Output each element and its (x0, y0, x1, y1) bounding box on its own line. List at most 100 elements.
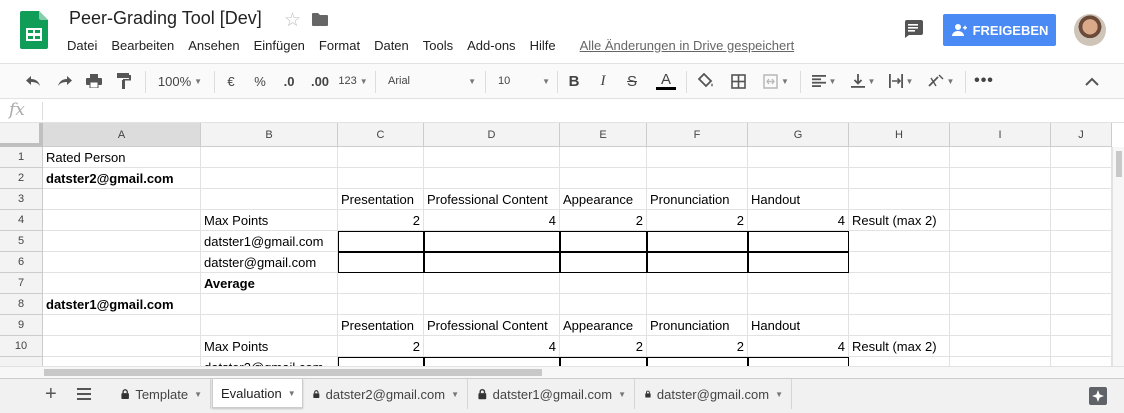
cell-e[interactable]: Appearance (560, 189, 647, 210)
sheet-tab[interactable]: Evaluation ▼ (212, 379, 303, 408)
cell-d[interactable]: 4 (424, 336, 560, 357)
cell-d[interactable]: Professional Content (424, 189, 560, 210)
cell-b[interactable]: datster1@gmail.com (201, 231, 338, 252)
number-format-select[interactable]: 123 ▼ (338, 64, 368, 98)
menu-item-edit[interactable]: Bearbeiten (104, 36, 181, 55)
column-header-a[interactable]: A (43, 123, 201, 147)
comments-icon[interactable] (903, 20, 923, 38)
cell-f[interactable] (647, 357, 748, 366)
cell-b[interactable]: Max Points (201, 336, 338, 357)
font-select[interactable]: Arial ▼ (388, 64, 476, 98)
cell-i[interactable] (950, 315, 1051, 336)
cell-j[interactable] (1051, 357, 1112, 366)
cell-g[interactable] (748, 273, 849, 294)
row-header[interactable]: 10 (0, 336, 43, 357)
vertical-scrollbar[interactable] (1112, 147, 1124, 366)
column-header-d[interactable]: D (424, 123, 560, 147)
cell-e[interactable] (560, 273, 647, 294)
row-header[interactable]: 5 (0, 231, 43, 252)
cell-f[interactable] (647, 273, 748, 294)
explore-icon[interactable] (1089, 387, 1107, 405)
cell-j[interactable] (1051, 315, 1112, 336)
redo-icon[interactable] (52, 64, 76, 98)
cell-b[interactable] (201, 294, 338, 315)
cell-d[interactable] (424, 357, 560, 366)
cell-h[interactable] (849, 189, 950, 210)
cell-e[interactable]: Appearance (560, 315, 647, 336)
sheet-tab[interactable]: Template ▼ (113, 379, 211, 409)
cell-j[interactable] (1051, 336, 1112, 357)
cell-c[interactable]: 2 (338, 210, 424, 231)
all-sheets-icon[interactable] (77, 388, 91, 400)
cell-e[interactable] (560, 231, 647, 252)
collapse-toolbar-icon[interactable] (1080, 64, 1104, 98)
column-header-b[interactable]: B (201, 123, 338, 147)
cell-a[interactable]: Rated Person (43, 147, 201, 168)
cell-d[interactable] (424, 273, 560, 294)
row-header[interactable]: 8 (0, 294, 43, 315)
cell-g[interactable] (748, 294, 849, 315)
cell-b[interactable] (201, 315, 338, 336)
cell-i[interactable] (950, 231, 1051, 252)
sheets-logo-icon[interactable] (20, 11, 48, 49)
share-button[interactable]: FREIGEBEN (943, 14, 1056, 46)
cell-b[interactable] (201, 147, 338, 168)
cell-a[interactable] (43, 210, 201, 231)
menu-item-addons[interactable]: Add-ons (460, 36, 522, 55)
cell-j[interactable] (1051, 189, 1112, 210)
cell-g[interactable]: Handout (748, 315, 849, 336)
borders-icon[interactable] (726, 64, 750, 98)
cell-c[interactable] (338, 357, 424, 366)
cell-j[interactable] (1051, 273, 1112, 294)
font-size-select[interactable]: 10 ▼ (498, 64, 550, 98)
cell-i[interactable] (950, 147, 1051, 168)
sheet-tab[interactable]: datster@gmail.com ▼ (637, 379, 792, 409)
cell-i[interactable] (950, 357, 1051, 366)
cell-e[interactable]: 2 (560, 336, 647, 357)
cell-a[interactable]: datster2@gmail.com (43, 168, 201, 189)
cell-c[interactable]: Presentation (338, 315, 424, 336)
text-wrap-icon[interactable]: ▼ (884, 64, 918, 98)
document-title[interactable]: Peer-Grading Tool [Dev] (69, 8, 262, 29)
sheet-tab[interactable]: datster1@gmail.com ▼ (470, 379, 635, 409)
menu-item-insert[interactable]: Einfügen (247, 36, 312, 55)
cell-g[interactable] (748, 168, 849, 189)
cell-h[interactable] (849, 147, 950, 168)
cell-a[interactable] (43, 315, 201, 336)
select-all-corner[interactable] (0, 123, 43, 147)
cell-d[interactable]: Professional Content (424, 315, 560, 336)
cell-i[interactable] (950, 273, 1051, 294)
fill-color-icon[interactable] (694, 64, 718, 98)
cell-d[interactable] (424, 294, 560, 315)
row-header[interactable]: 3 (0, 189, 43, 210)
cell-e[interactable] (560, 168, 647, 189)
cell-f[interactable]: 2 (647, 336, 748, 357)
cell-a[interactable] (43, 252, 201, 273)
menu-item-data[interactable]: Daten (367, 36, 416, 55)
italic-button[interactable]: I (593, 64, 613, 98)
column-header-f[interactable]: F (647, 123, 748, 147)
text-color-button[interactable]: A (653, 64, 679, 98)
bold-button[interactable]: B (564, 64, 584, 98)
cell-a[interactable] (43, 336, 201, 357)
strikethrough-button[interactable]: S (622, 64, 642, 98)
cell-g[interactable]: 4 (748, 336, 849, 357)
cell-a[interactable] (43, 231, 201, 252)
cell-j[interactable] (1051, 147, 1112, 168)
row-header[interactable] (0, 357, 43, 366)
row-header[interactable]: 7 (0, 273, 43, 294)
cell-i[interactable] (950, 168, 1051, 189)
row-header[interactable]: 2 (0, 168, 43, 189)
cell-j[interactable] (1051, 210, 1112, 231)
column-header-h[interactable]: H (849, 123, 950, 147)
cell-d[interactable] (424, 168, 560, 189)
add-sheet-icon[interactable]: + (45, 383, 57, 406)
menu-item-file[interactable]: Datei (60, 36, 104, 55)
row-header[interactable]: 1 (0, 147, 43, 168)
increase-decimal-button[interactable]: .00 (308, 64, 332, 98)
cell-c[interactable]: 2 (338, 336, 424, 357)
sheet-tab[interactable]: datster2@gmail.com ▼ (305, 379, 468, 409)
cell-c[interactable]: Presentation (338, 189, 424, 210)
spreadsheet-grid[interactable]: A B C D E F G H I J 1 Rated Person 2 datster2@gmail.c… (0, 123, 1124, 366)
cell-f[interactable]: 2 (647, 210, 748, 231)
